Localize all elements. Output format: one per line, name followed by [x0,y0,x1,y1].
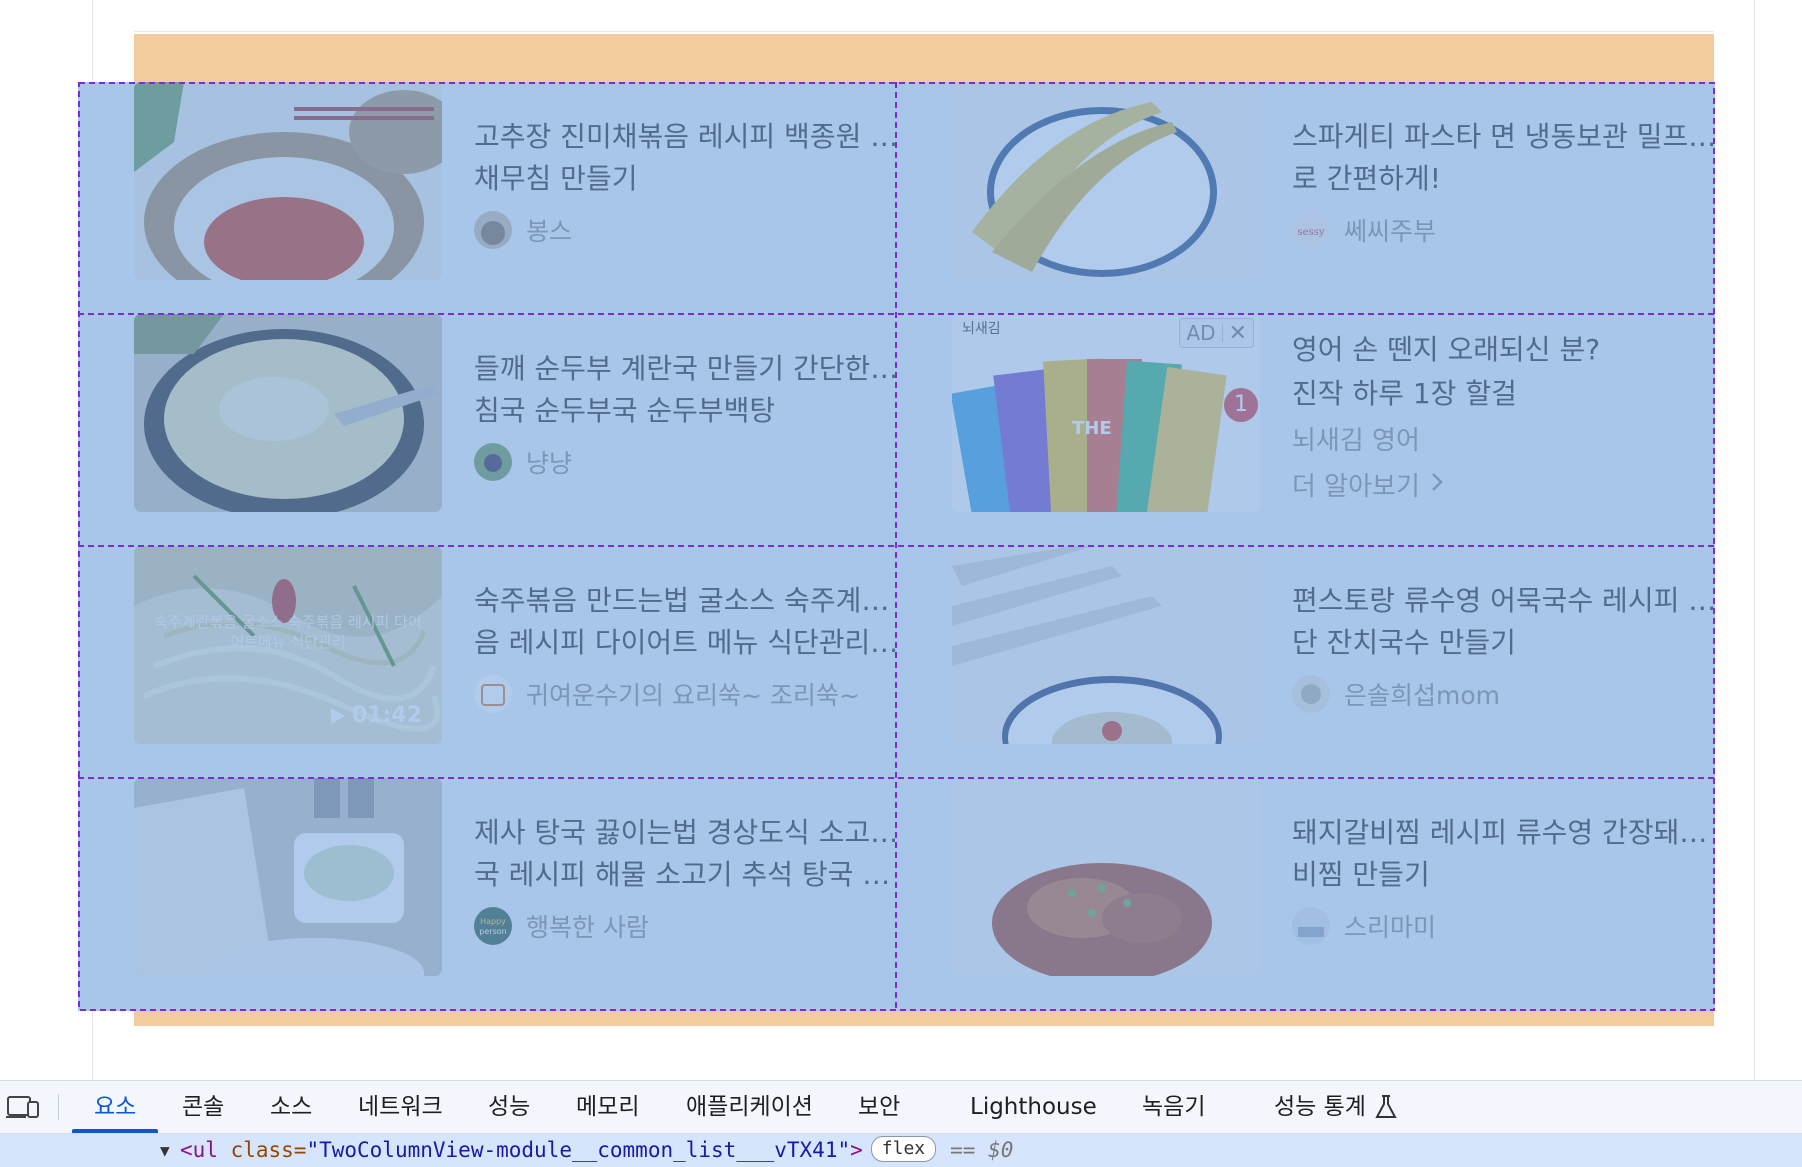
tab-performance[interactable]: 성능 [488,1081,530,1133]
chevron-right-icon [1430,470,1444,500]
author-name: 쎄씨주부 [1344,217,1437,246]
recipe-card-7[interactable]: 돼지갈비찜 레시피 류수영 간장돼지갈 비찜 만들기 스리마미 [896,778,1718,1010]
ad-headline-line1: 영어 손 뗀지 오래되신 분? [1292,333,1601,366]
recipe-author[interactable]: sessy 쎄씨주부 [1292,210,1436,250]
recipe-title[interactable]: 스파게티 파스타 면 냉동보관 밀프랩으 로 간편하게! [1292,116,1718,200]
tab-recorder[interactable]: 녹음기 [1142,1081,1205,1133]
author-avatar: Happy person [474,907,512,945]
author-name: 은솔희섭mom [1344,681,1501,710]
recipe-author[interactable]: 귀여운수기의 요리쑥~ 조리쑥~ [474,674,860,714]
recipe-title[interactable]: 편스토랑 류수영 어묵국수 레시피 초간 단 잔치국수 만들기 [1292,580,1718,664]
tab-sources[interactable]: 소스 [270,1081,312,1133]
node-equals: == [950,1138,976,1162]
author-name: 스리마미 [1344,913,1437,942]
recipe-card-1[interactable]: 고추장 진미채볶음 레시피 백종원 진미 채무침 만들기 봉스 [78,82,900,314]
author-name: 봉스 [526,217,573,246]
recipe-thumbnail[interactable]: 숙주계란볶음 굴소스 숙주볶음 레시피 다이어트메뉴 식단관리 01:42 [134,546,442,744]
node-tag-close: > [850,1138,863,1162]
device-toolbar-icon[interactable] [6,1094,40,1120]
recipe-thumbnail[interactable] [952,82,1260,280]
recipe-thumbnail[interactable] [952,778,1260,976]
recipe-title[interactable]: 들깨 순두부 계란국 만들기 간단한 아 침국 순두부국 순두부백탕 [474,348,900,432]
ad-learn-more-link[interactable]: 더 알아보기 [1292,466,1444,503]
video-duration: 01:42 [330,703,422,728]
author-avatar [474,675,512,713]
ad-cta-label: 더 알아보기 [1292,472,1420,502]
recipe-thumbnail[interactable] [134,82,442,280]
svg-text:THE: THE [1072,418,1112,439]
tab-application[interactable]: 애플리케이션 [686,1081,813,1133]
active-tab-indicator [72,1129,158,1133]
svg-text:Happy: Happy [480,917,506,926]
flask-icon [1374,1094,1398,1120]
recipe-list-area: 고추장 진미채볶음 레시피 백종원 진미 채무침 만들기 봉스 스파게티 파스타… [78,82,1718,1011]
recipe-author[interactable]: 봉스 [474,210,572,250]
author-name: 냥냥 [526,449,573,478]
author-avatar [474,211,512,249]
ad-card[interactable]: THE 뇌새김 AD ✕ 1 영어 손 뗀지 오래되신 분? 진작 하루 1장 … [896,314,1714,546]
recipe-title[interactable]: 고추장 진미채볶음 레시피 백종원 진미 채무침 만들기 [474,116,900,200]
author-avatar [1292,907,1330,945]
devtools-panel: 요소 콘솔 소스 네트워크 성능 메모리 애플리케이션 보안 Lighthous… [0,1080,1802,1167]
node-attr-value: "TwoColumnView-module__common_list___vTX… [306,1138,851,1162]
flex-badge[interactable]: flex [870,1136,937,1162]
tab-security[interactable]: 보안 [858,1081,900,1133]
recipe-list: 고추장 진미채볶음 레시피 백종원 진미 채무침 만들기 봉스 스파게티 파스타… [78,82,1718,1011]
video-caption: 숙주계란볶음 굴소스 숙주볶음 레시피 다이어트메뉴 식단관리 [154,613,422,651]
video-duration-label: 01:42 [351,703,422,728]
recipe-title[interactable]: 제사 탕국 끓이는법 경상도식 소고기무 국 레시피 해물 소고기 추석 탕국 … [474,812,900,896]
recipe-card-5[interactable]: 편스토랑 류수영 어묵국수 레시피 초간 단 잔치국수 만들기 은솔희섭mom [896,546,1718,778]
tab-console[interactable]: 콘솔 [182,1081,224,1133]
recipe-author[interactable]: 은솔희섭mom [1292,674,1500,714]
play-icon [330,707,346,725]
recipe-thumbnail[interactable] [134,314,442,512]
ad-label: AD [1186,321,1216,345]
recipe-card-6[interactable]: 제사 탕국 끓이는법 경상도식 소고기무 국 레시피 해물 소고기 추석 탕국 … [78,778,900,1010]
ad-thumbnail[interactable]: THE 뇌새김 AD ✕ 1 [952,314,1260,512]
tab-memory[interactable]: 메모리 [576,1081,639,1133]
expand-triangle-icon[interactable]: ▼ [160,1134,170,1167]
ad-headline-line2: 진작 하루 1장 할걸 [1292,377,1517,410]
top-divider [134,31,1714,32]
notification-badge: 1 [1224,388,1258,422]
ad-brand-logo: 뇌새김 [962,321,1001,337]
tab-performance-insights[interactable]: 성능 통계 [1274,1081,1366,1133]
tab-elements[interactable]: 요소 [94,1081,136,1133]
recipe-card-3[interactable]: 들깨 순두부 계란국 만들기 간단한 아 침국 순두부국 순두부백탕 냥냥 [78,314,900,546]
svg-text:person: person [479,927,506,936]
author-avatar [474,443,512,481]
recipe-thumbnail[interactable] [134,778,442,976]
recipe-card-4[interactable]: 숙주계란볶음 굴소스 숙주볶음 레시피 다이어트메뉴 식단관리 01:42 숙주… [78,546,900,778]
ad-headline[interactable]: 영어 손 뗀지 오래되신 분? 진작 하루 1장 할걸 [1292,328,1600,416]
devtools-tabbar: 요소 콘솔 소스 네트워크 성능 메모리 애플리케이션 보안 Lighthous… [0,1081,1802,1134]
author-avatar [1292,675,1330,713]
svg-text:sessy: sessy [1298,227,1325,238]
recipe-author[interactable]: 스리마미 [1292,906,1436,946]
page-edge-right [1754,0,1755,1080]
author-name: 행복한 사람 [526,913,649,942]
close-icon[interactable]: ✕ [1223,321,1253,346]
tabbar-divider [58,1094,59,1120]
node-tag-open: <ul [180,1138,218,1162]
recipe-title[interactable]: 숙주볶음 만드는법 굴소스 숙주계란볶 음 레시피 다이어트 메뉴 식단관리 .… [474,580,900,664]
recipe-thumbnail[interactable] [952,546,1260,744]
ad-badge[interactable]: AD ✕ [1179,318,1254,348]
recipe-author[interactable]: Happy person 행복한 사람 [474,906,649,946]
ad-sponsor: 뇌새김 영어 [1292,426,1420,456]
node-ref: $0 [988,1138,1014,1162]
recipe-author[interactable]: 냥냥 [474,442,572,482]
node-attr-name: class= [217,1138,307,1162]
recipe-card-2[interactable]: 스파게티 파스타 면 냉동보관 밀프랩으 로 간편하게! sessy 쎄씨주부 [896,82,1718,314]
dom-tree-selected-node[interactable]: ▼ <ul class="TwoColumnView-module__commo… [0,1134,1802,1167]
author-name: 귀여운수기의 요리쑥~ 조리쑥~ [526,681,860,710]
recipe-title[interactable]: 돼지갈비찜 레시피 류수영 간장돼지갈 비찜 만들기 [1292,812,1718,896]
tab-network[interactable]: 네트워크 [358,1081,443,1133]
author-avatar: sessy [1292,211,1330,249]
tab-lighthouse[interactable]: Lighthouse [970,1081,1097,1133]
